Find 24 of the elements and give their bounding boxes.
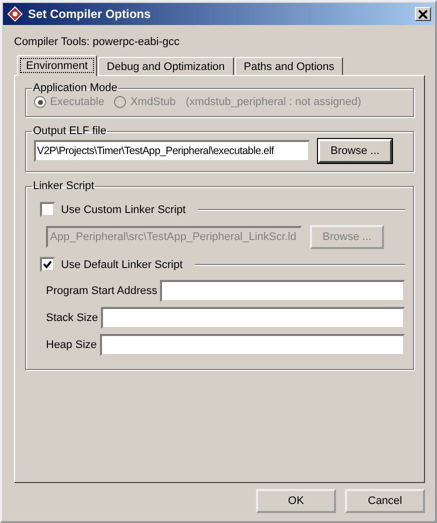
tab[interactable]: Environment [17,55,97,76]
group-title: Application Mode [32,82,118,94]
input-field[interactable] [100,307,405,329]
dialog-button[interactable]: Cancel [345,489,425,513]
browse-button[interactable]: Browse ... [318,139,392,163]
checkbox[interactable] [40,257,55,272]
checkbox-label[interactable]: Use Default Linker Script [61,258,183,270]
window-title: Set Compiler Options [28,7,152,21]
input-field[interactable] [100,334,405,356]
close-icon [418,10,428,18]
input-field[interactable] [160,280,405,302]
tab[interactable]: Paths and Options [234,57,344,75]
field-label: Stack Size [46,312,98,324]
field-label: Program Start Address [46,285,158,297]
group-title: Output ELF file [32,125,108,137]
compiler-tools-label: Compiler Tools: powerpc-eabi-gcc [14,36,180,48]
status-note: (xmdstub_peripheral : not assigned) [186,96,362,108]
field-label: Heap Size [46,339,97,351]
tab[interactable]: Debug and Optimization [98,57,234,75]
dialog-button[interactable]: OK [256,489,336,513]
close-button[interactable] [415,7,431,21]
path-field[interactable]: V2P\Projects\Timer\TestApp_Peripheral\executable.elf [34,140,310,162]
app-icon [7,6,23,22]
group-title: Linker Script [32,180,96,192]
